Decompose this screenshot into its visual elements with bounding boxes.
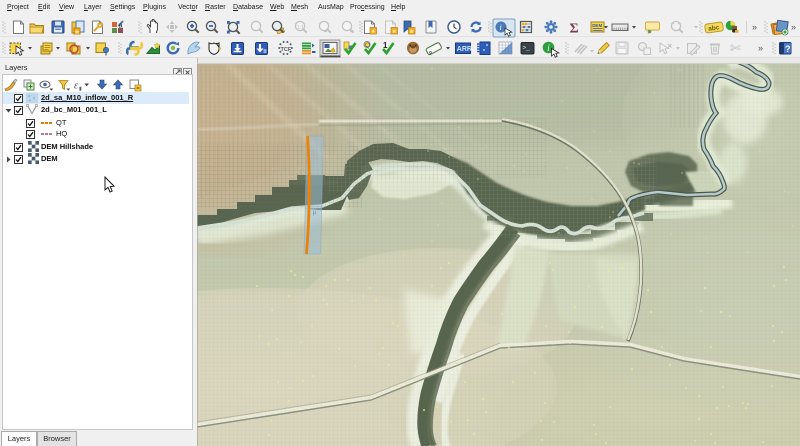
svg-text:»: »: [758, 43, 763, 53]
svg-text:a: a: [119, 22, 123, 29]
svg-text:DEM: DEM: [592, 23, 602, 28]
svg-text:μ: μ: [313, 210, 317, 216]
svg-text:1:1: 1:1: [297, 25, 304, 31]
svg-text:»: »: [752, 22, 757, 32]
svg-text:i: i: [500, 23, 502, 32]
svg-text:?: ?: [785, 44, 791, 54]
svg-text:>_: >_: [523, 45, 531, 52]
svg-text:✄: ✄: [730, 41, 741, 56]
svg-text:ARR: ARR: [457, 46, 472, 53]
svg-text:Σ: Σ: [570, 22, 579, 37]
svg-text:Q: Q: [365, 42, 370, 49]
svg-text:»: »: [791, 22, 796, 32]
svg-text:ε: ε: [74, 81, 78, 92]
